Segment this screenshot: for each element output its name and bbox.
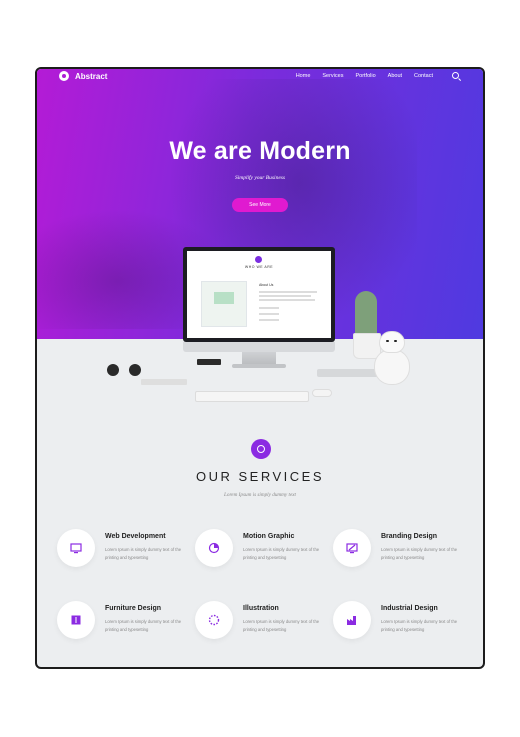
logo[interactable]: Abstract — [59, 71, 107, 81]
nav-links: Home Services Portfolio About Contact — [296, 73, 433, 79]
service-description: Lorem Ipsum is simply dummy text of the … — [381, 619, 458, 632]
phone-image — [197, 359, 221, 365]
services-subtitle: Lorem Ipsum is simply dummy text — [224, 492, 296, 498]
service-item-industrial-design[interactable]: Industrial Design Lorem Ipsum is simply … — [333, 601, 463, 641]
service-name: Motion Graphic — [243, 533, 295, 540]
screen-badge-icon — [255, 256, 262, 263]
screen-label: WHO WE ARE — [244, 265, 274, 269]
hero-subtitle: Simplify your Business — [234, 175, 286, 181]
screen-subheading: About Us — [259, 283, 274, 287]
service-item-branding-design[interactable]: Branding Design Lorem Ipsum is simply du… — [333, 529, 463, 569]
service-name: Illustration — [243, 605, 279, 612]
hard-drive-image — [141, 379, 187, 385]
keyboard-image — [195, 391, 309, 402]
website-frame: Abstract Home Services Portfolio About C… — [35, 67, 485, 669]
service-name: Branding Design — [381, 533, 438, 540]
monitor-icon — [70, 543, 82, 554]
service-name: Industrial Design — [381, 605, 438, 612]
search-icon[interactable] — [452, 72, 459, 79]
nav-link-about[interactable]: About — [388, 73, 402, 79]
nav-link-portfolio[interactable]: Portfolio — [355, 73, 375, 79]
service-name: Web Development — [105, 533, 166, 540]
top-nav: Abstract Home Services Portfolio About C… — [37, 69, 483, 87]
logo-text: Abstract — [75, 71, 108, 81]
nav-link-home[interactable]: Home — [296, 73, 311, 79]
monitor-image: WHO WE ARE About Us — [183, 247, 335, 342]
service-description: Lorem Ipsum is simply dummy text of the … — [105, 547, 182, 560]
monitor-chin — [183, 342, 335, 352]
factory-icon — [347, 616, 356, 625]
pie-chart-icon — [208, 542, 220, 554]
robot-toy-body — [374, 349, 410, 385]
service-description: Lorem Ipsum is simply dummy text of the … — [105, 619, 182, 632]
service-name: Furniture Design — [105, 605, 162, 612]
logo-ring-icon — [59, 71, 69, 81]
monitor-screen: WHO WE ARE About Us — [187, 251, 331, 338]
robot-toy-head — [379, 331, 405, 353]
cactus-image — [355, 291, 377, 337]
hero-title: We are Modern — [169, 137, 351, 165]
see-more-button[interactable]: See More — [232, 198, 288, 212]
nav-link-services[interactable]: Services — [322, 73, 343, 79]
mouse-image — [312, 389, 332, 397]
service-description: Lorem Ipsum is simply dummy text of the … — [381, 547, 458, 560]
service-description: Lorem Ipsum is simply dummy text of the … — [243, 619, 320, 632]
nav-link-contact[interactable]: Contact — [414, 73, 433, 79]
design-screen-icon — [346, 543, 358, 554]
headphones-image — [107, 364, 145, 378]
screen-card — [201, 281, 247, 327]
services-title: OUR SERVICES — [195, 469, 324, 484]
service-item-illustration[interactable]: Illustration Lorem Ipsum is simply dummy… — [195, 601, 325, 641]
service-item-web-development[interactable]: Web Development Lorem Ipsum is simply du… — [57, 529, 187, 569]
dotted-circle-icon — [208, 614, 220, 626]
service-item-furniture-design[interactable]: Furniture Design Lorem Ipsum is simply d… — [57, 601, 187, 641]
service-item-motion-graphic[interactable]: Motion Graphic Lorem Ipsum is simply dum… — [195, 529, 325, 569]
book-icon — [71, 615, 81, 625]
services-badge-icon — [251, 439, 271, 459]
laptop-image — [317, 369, 379, 377]
monitor-stand-base — [232, 364, 286, 368]
service-description: Lorem Ipsum is simply dummy text of the … — [243, 547, 320, 560]
